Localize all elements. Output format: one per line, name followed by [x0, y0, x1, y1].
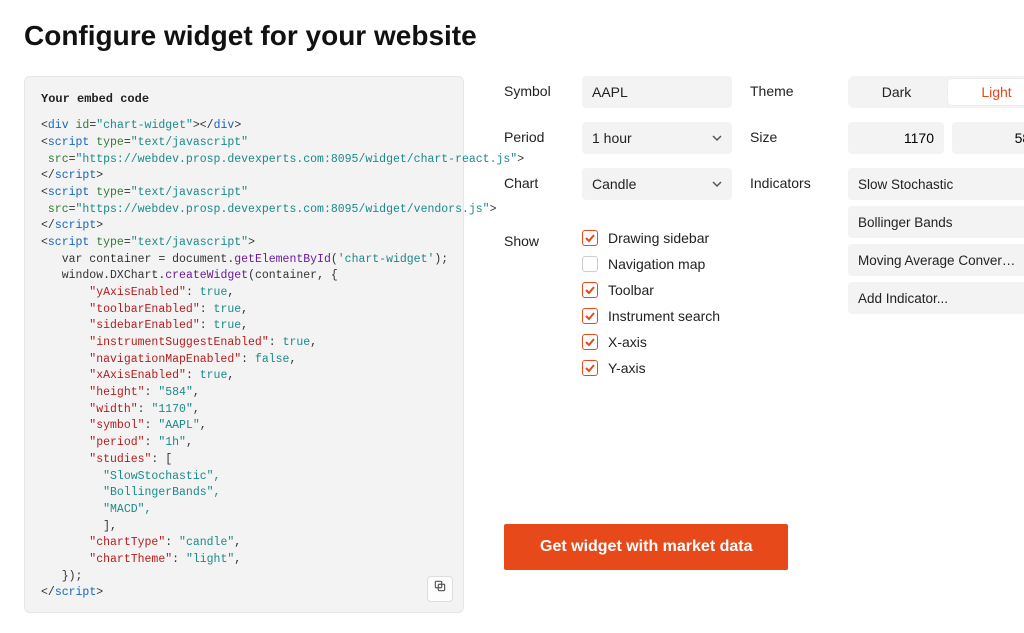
- remove-indicator-icon[interactable]: ✕: [1020, 176, 1024, 193]
- width-input[interactable]: [848, 122, 944, 154]
- checkbox-label: Toolbar: [608, 282, 654, 298]
- height-input[interactable]: [952, 122, 1024, 154]
- period-label: Period: [504, 122, 564, 145]
- chart-label: Chart: [504, 168, 564, 191]
- period-value: 1 hour: [592, 130, 632, 146]
- theme-toggle: Dark Light: [848, 76, 1024, 108]
- indicator-item[interactable]: Moving Average Converg... ✕: [848, 244, 1024, 276]
- check-icon: [582, 308, 598, 324]
- chart-select[interactable]: Candle: [582, 168, 732, 200]
- chevron-down-icon: [712, 133, 722, 143]
- copy-code-button[interactable]: [427, 576, 453, 602]
- show-y-axis-checkbox[interactable]: Y-axis: [582, 360, 732, 376]
- indicator-name: Bollinger Bands: [858, 215, 953, 230]
- copy-icon: [433, 579, 447, 600]
- indicator-name: Slow Stochastic: [858, 177, 953, 192]
- check-icon: [582, 334, 598, 350]
- indicators-label: Indicators: [750, 168, 830, 191]
- show-label: Show: [504, 226, 564, 249]
- indicator-item[interactable]: Slow Stochastic ✕: [848, 168, 1024, 200]
- remove-indicator-icon[interactable]: ✕: [1020, 252, 1024, 269]
- show-drawing-sidebar-checkbox[interactable]: Drawing sidebar: [582, 230, 732, 246]
- check-icon: [582, 230, 598, 246]
- show-instrument-search-checkbox[interactable]: Instrument search: [582, 308, 732, 324]
- check-icon: [582, 360, 598, 376]
- checkbox-label: X-axis: [608, 334, 647, 350]
- theme-label: Theme: [750, 76, 830, 99]
- check-icon: [582, 256, 598, 272]
- add-indicator-label: Add Indicator...: [858, 291, 948, 306]
- checkbox-label: Instrument search: [608, 308, 720, 324]
- embed-code-label: Your embed code: [41, 91, 447, 108]
- chevron-down-icon: [712, 179, 722, 189]
- size-label: Size: [750, 122, 830, 145]
- indicator-name: Moving Average Converg...: [858, 253, 1020, 268]
- show-toolbar-checkbox[interactable]: Toolbar: [582, 282, 732, 298]
- chart-value: Candle: [592, 176, 636, 192]
- period-select[interactable]: 1 hour: [582, 122, 732, 154]
- checkbox-label: Drawing sidebar: [608, 230, 709, 246]
- add-indicator-select[interactable]: Add Indicator...: [848, 282, 1024, 314]
- page-title: Configure widget for your website: [24, 20, 1000, 52]
- checkbox-label: Y-axis: [608, 360, 646, 376]
- indicator-item[interactable]: Bollinger Bands ✕: [848, 206, 1024, 238]
- config-panel: Symbol Theme Dark Light Period 1 hour Si…: [504, 76, 1024, 570]
- get-widget-button[interactable]: Get widget with market data: [504, 524, 788, 570]
- show-navigation-map-checkbox[interactable]: Navigation map: [582, 256, 732, 272]
- symbol-input[interactable]: [582, 76, 732, 108]
- embed-code-panel: Your embed code <div id="chart-widget"><…: [24, 76, 464, 613]
- theme-light-option[interactable]: Light: [948, 79, 1024, 105]
- theme-dark-option[interactable]: Dark: [848, 76, 945, 108]
- symbol-label: Symbol: [504, 76, 564, 99]
- show-x-axis-checkbox[interactable]: X-axis: [582, 334, 732, 350]
- check-icon: [582, 282, 598, 298]
- remove-indicator-icon[interactable]: ✕: [1020, 214, 1024, 231]
- checkbox-label: Navigation map: [608, 256, 705, 272]
- embed-code-body[interactable]: <div id="chart-widget"></div> <script ty…: [41, 118, 447, 601]
